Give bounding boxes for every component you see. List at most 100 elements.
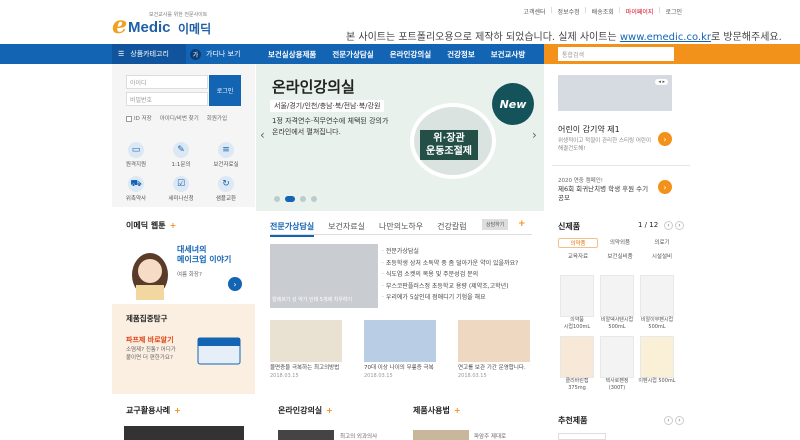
- usage-thumb[interactable]: [413, 430, 469, 440]
- font-size-label: 가디나 보기: [206, 50, 241, 58]
- plus-icon[interactable]: +: [454, 406, 461, 415]
- lecture-thumb[interactable]: [278, 430, 334, 440]
- chevron-right-icon[interactable]: ›: [675, 221, 684, 230]
- banner-dot-active[interactable]: [285, 196, 295, 202]
- chevron-right-icon[interactable]: ›: [675, 416, 684, 425]
- top-link-mypage[interactable]: 마이페이지: [626, 7, 654, 16]
- category-menu-button[interactable]: ☰ 상품카테고리: [112, 44, 186, 64]
- nav-item-teacher-room[interactable]: 보건교사방: [491, 49, 526, 60]
- consult-button[interactable]: 상담하기: [482, 219, 509, 230]
- nav-item-consult[interactable]: 전문가상담실: [332, 49, 373, 60]
- banner-dot[interactable]: [300, 196, 306, 202]
- quick-health-library[interactable]: ≡ 보건자료실: [206, 142, 246, 168]
- site-logo[interactable]: 보건교사를 위한 전문사이트 e Medic 이메딕: [112, 10, 222, 39]
- thumb-image[interactable]: [458, 320, 530, 362]
- nav-item-health-info[interactable]: 건강정보: [447, 49, 475, 60]
- chevron-left-icon[interactable]: ‹: [664, 221, 673, 230]
- chevron-right-icon[interactable]: ›: [228, 277, 242, 291]
- search-input[interactable]: 통합검색: [558, 47, 674, 61]
- case-video-thumb[interactable]: [124, 426, 244, 440]
- chevron-right-icon[interactable]: ›: [658, 180, 672, 194]
- product-focus-headline[interactable]: 파프제 바로알기: [126, 335, 174, 345]
- event-subtitle: 2020 연중 캠페인!: [558, 178, 603, 184]
- usage-subtitle[interactable]: 파암주 제대로: [474, 432, 506, 440]
- top-link-delivery[interactable]: 배송조회: [592, 7, 614, 16]
- new-badge: New: [492, 83, 534, 125]
- list-item[interactable]: 전문가상담실: [382, 246, 518, 258]
- quick-seminar[interactable]: ☑ 세미나신청: [161, 176, 201, 202]
- list-item[interactable]: 우리에가 5살인데 점애디기 기험을 해요: [382, 292, 518, 304]
- notice-url-link[interactable]: www.emedic.co.kr: [620, 32, 711, 43]
- focus-desc-1: 소염제? 진통? 어디가: [126, 347, 176, 353]
- product-focus-title: 제품집중탐구: [126, 314, 168, 323]
- nav-item-products[interactable]: 보건실상용제품: [268, 49, 316, 60]
- product-image[interactable]: [600, 336, 634, 378]
- thumb-date: 2018.03.15: [270, 373, 299, 379]
- banner-pager[interactable]: ◂ ▸: [655, 79, 668, 85]
- product-image[interactable]: [640, 275, 674, 317]
- featured-caption: 알레르기 성 약가 인테 5개제 치우하기: [272, 297, 353, 303]
- section-title-text: 온라인강의실: [278, 406, 323, 415]
- login-button[interactable]: 로그인: [209, 75, 241, 106]
- product-image[interactable]: [560, 336, 594, 378]
- list-item[interactable]: 부스코판플러스정 초등학교 용량 (제약조,고학년): [382, 281, 518, 293]
- quick-pharmacist[interactable]: ⛟ 위촉약사: [116, 176, 156, 202]
- list-item[interactable]: 식도염 소켓의 복용 및 주문성검 문의: [382, 269, 518, 281]
- id-input[interactable]: 아이디: [126, 75, 208, 89]
- list-item[interactable]: 초등학생 상처 소독약 중 좀 덜아가운 약이 있을까요?: [382, 258, 518, 270]
- product-image[interactable]: [600, 275, 634, 317]
- product-name[interactable]: 이펜시럽 500mL: [634, 378, 680, 385]
- banner-dot[interactable]: [274, 196, 280, 202]
- thumb-image[interactable]: [270, 320, 342, 362]
- promo-title[interactable]: 어린이 감기약 제1: [558, 124, 620, 135]
- thumb-title[interactable]: 물면증을 극복하는 최고의방법: [270, 363, 350, 371]
- quick-remote-support[interactable]: ▭ 원격지원: [116, 142, 156, 168]
- top-link-edit[interactable]: 정보수정: [558, 7, 580, 16]
- quick-inquiry[interactable]: ✎ 1:1문의: [161, 142, 201, 168]
- plus-icon[interactable]: +: [174, 406, 181, 415]
- category-education[interactable]: 교육자료: [558, 252, 598, 260]
- recommend-product[interactable]: [558, 433, 606, 440]
- plus-icon[interactable]: +: [326, 406, 333, 415]
- find-account-link[interactable]: 아이디/비번 찾기: [160, 114, 199, 122]
- banner-dot[interactable]: [311, 196, 317, 202]
- product-image[interactable]: [560, 275, 594, 317]
- refresh-icon: ↻: [218, 176, 234, 192]
- chevron-left-icon[interactable]: ‹: [260, 128, 265, 142]
- save-id-label: ID 저장: [134, 116, 152, 122]
- chevron-left-icon[interactable]: ‹: [664, 416, 673, 425]
- top-links: 고객센터 | 정보수정 | 배송조회 | 마이페이지 | 로그인: [523, 7, 682, 16]
- product-name[interactable]: 비알이부펜시럽 500mL: [634, 317, 680, 331]
- category-supplies[interactable]: 보건실비품: [600, 252, 640, 260]
- plus-icon[interactable]: +: [170, 221, 177, 230]
- thumb-title[interactable]: 70대 이상 나이의 무릎증 극복: [364, 363, 444, 371]
- category-medical-device[interactable]: 의료기: [642, 238, 682, 248]
- logo-korean: 이메딕: [178, 22, 212, 36]
- right-promo-banner[interactable]: ◂ ▸: [558, 75, 672, 111]
- thumb-title[interactable]: 연고를 보관 기간 운영합니다.: [458, 363, 538, 371]
- chevron-right-icon[interactable]: ›: [532, 128, 537, 142]
- plus-icon[interactable]: +: [518, 219, 526, 229]
- lecture-subtitle[interactable]: 최고의 외과의사: [340, 432, 377, 440]
- password-input[interactable]: 비밀번호: [126, 92, 208, 106]
- category-medicine[interactable]: 의약품: [558, 238, 598, 248]
- join-link[interactable]: 회원가입: [207, 114, 227, 122]
- checkbox-icon: [126, 115, 132, 122]
- product-image[interactable]: [640, 336, 674, 378]
- top-link-customer[interactable]: 고객센터: [523, 7, 545, 16]
- quick-sample-exchange[interactable]: ↻ 샘플교환: [206, 176, 246, 202]
- save-id-checkbox[interactable]: ID 저장: [126, 114, 152, 122]
- quick-label: 세미나신청: [168, 196, 194, 202]
- category-quasi-drug[interactable]: 의약외품: [600, 238, 640, 248]
- top-link-login[interactable]: 로그인: [665, 7, 682, 16]
- chevron-right-icon[interactable]: ›: [658, 132, 672, 146]
- webtoon-headline[interactable]: 대세녀의 메이크업 이야기: [177, 245, 231, 265]
- event-title[interactable]: 제6회 회귀난치병 학생 후원 수기 공모: [558, 185, 653, 203]
- font-size-toggle[interactable]: 가 가디나 보기: [190, 44, 240, 64]
- patch-product-image: [197, 337, 241, 365]
- category-facility[interactable]: 시설설비: [642, 252, 682, 260]
- separator: |: [658, 7, 661, 14]
- thumb-image[interactable]: [364, 320, 436, 362]
- hamburger-icon: ☰: [118, 50, 125, 58]
- nav-item-lectures[interactable]: 온라인강의실: [390, 49, 431, 60]
